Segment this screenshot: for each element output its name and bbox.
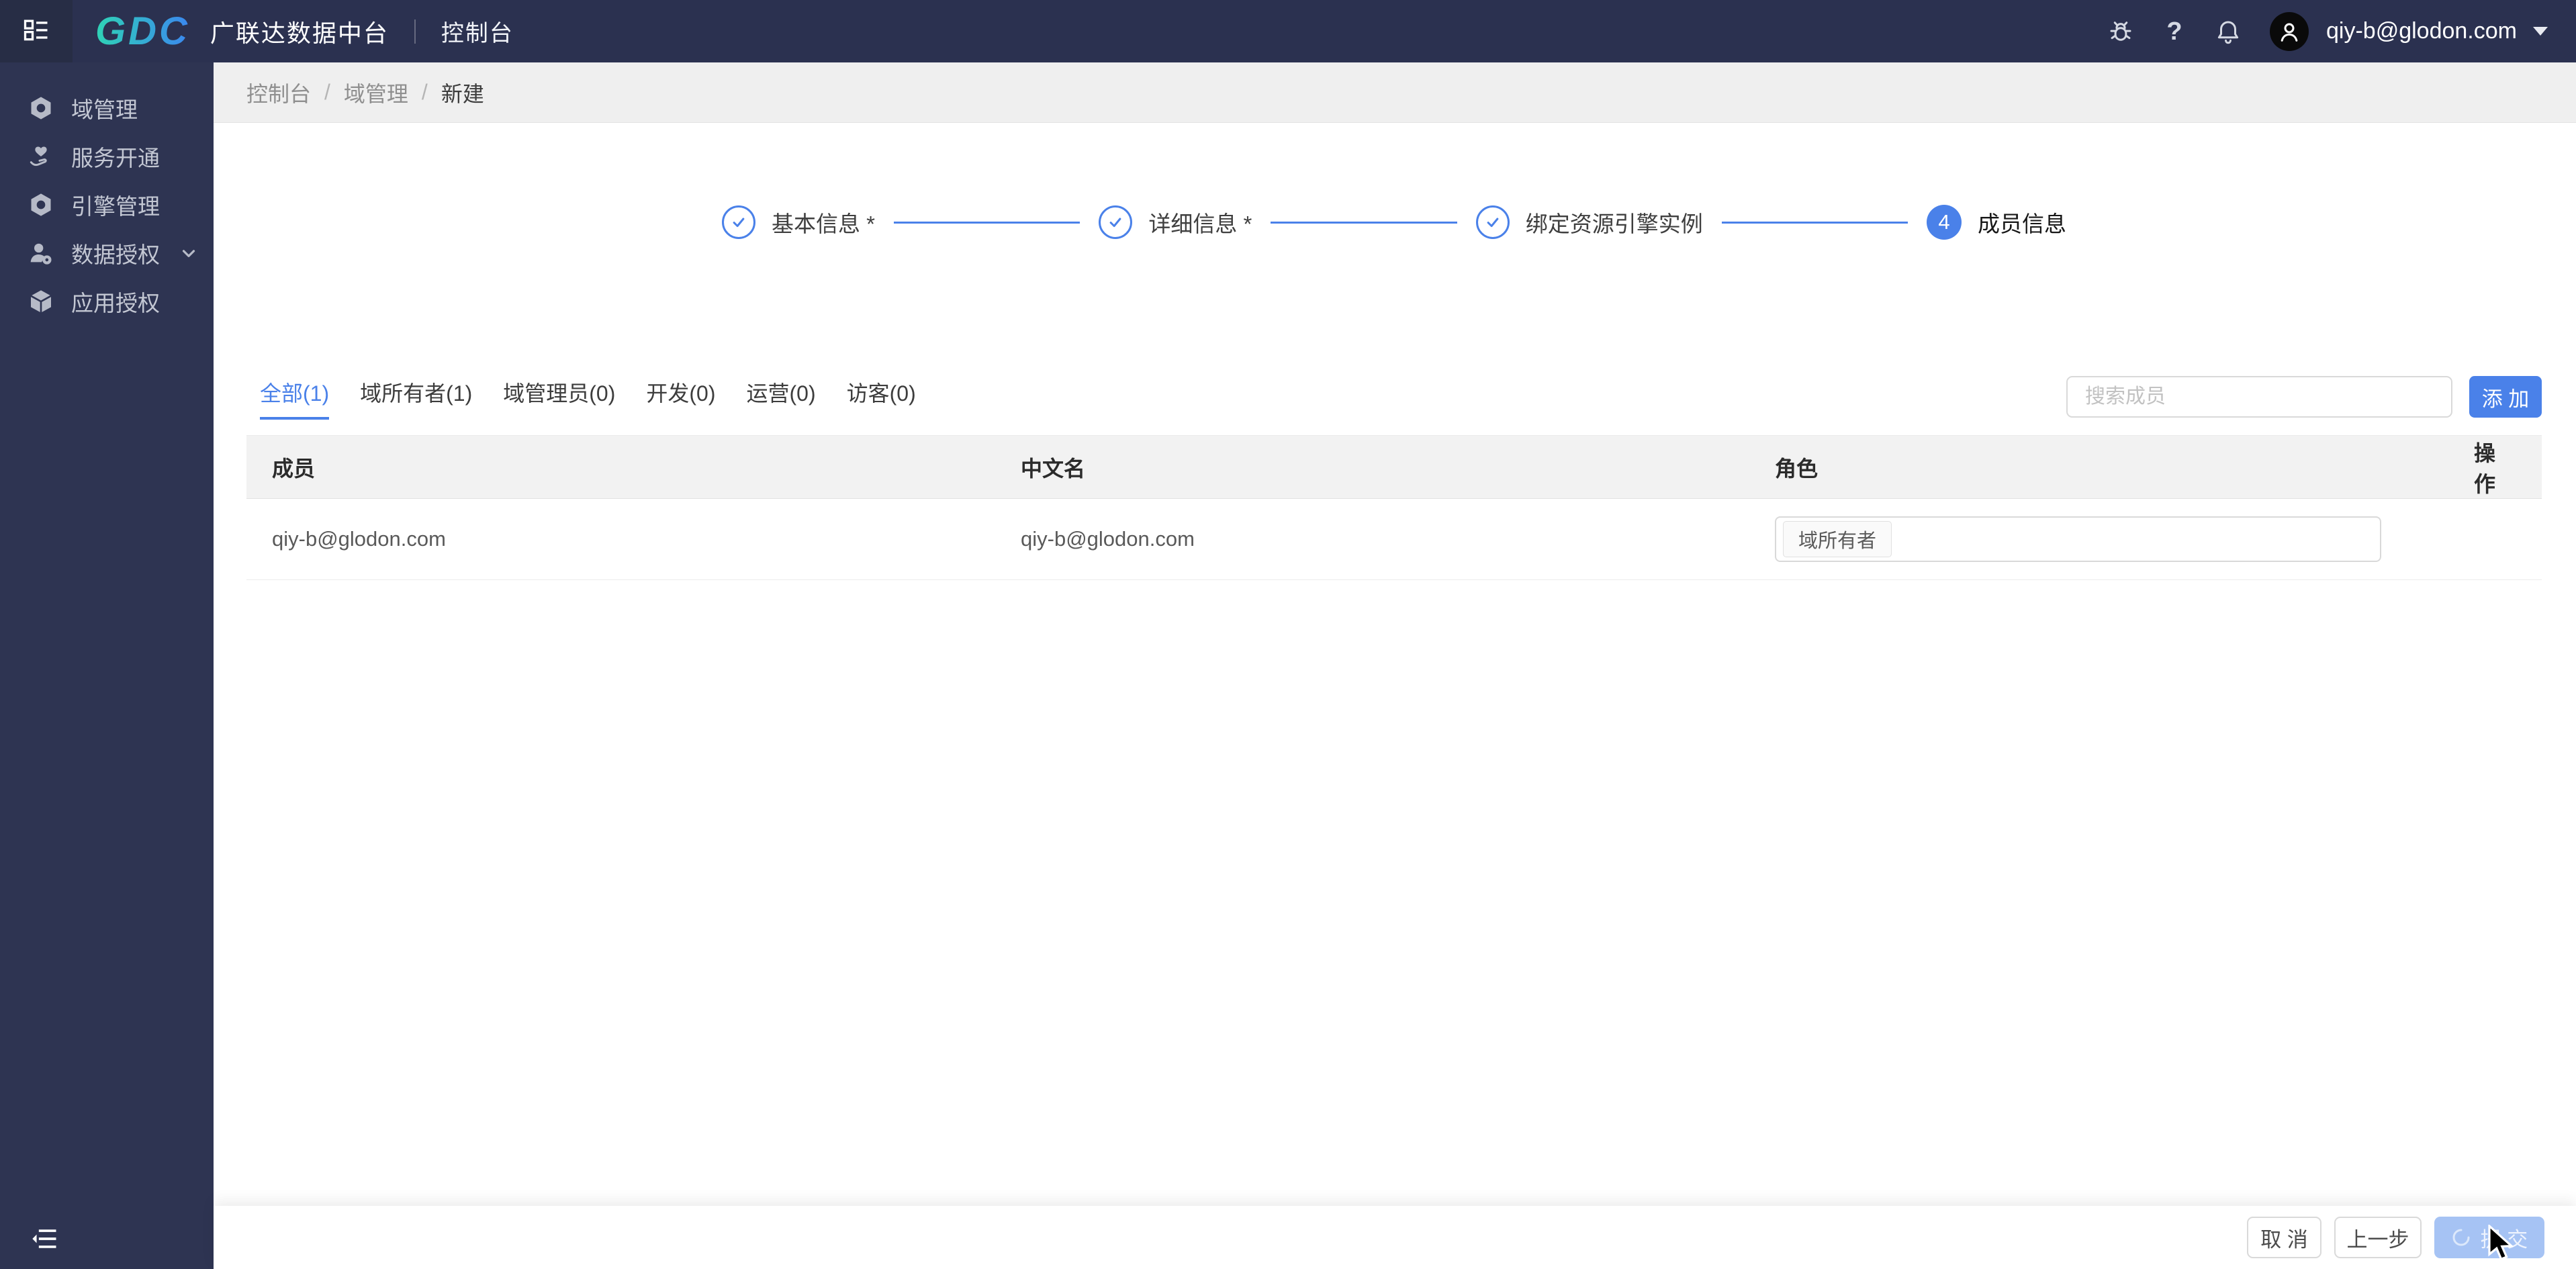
tab-operations[interactable]: 运营(0) [747, 377, 816, 420]
role-tag: 域所有者 [1783, 521, 1892, 557]
hexagon-nut-icon [27, 94, 55, 122]
tab-guest[interactable]: 访客(0) [847, 377, 916, 420]
tab-all[interactable]: 全部(1) [260, 377, 329, 420]
step-connector [1271, 222, 1457, 224]
table-header-row: 成员 中文名 角色 操作 [246, 435, 2542, 499]
sidebar-item-domain-management[interactable]: 域管理 [0, 84, 214, 132]
step-connector [1722, 222, 1908, 224]
user-email[interactable]: qiy-b@glodon.com [2326, 18, 2517, 44]
role-select[interactable]: 域所有者 [1775, 516, 2381, 562]
bug-icon[interactable] [2106, 17, 2135, 46]
topbar-right: ? qiy-b@glodon.com [2082, 12, 2548, 51]
avatar[interactable] [2270, 12, 2309, 51]
main-content: 控制台 / 域管理 / 新建 基本信息 * 详细信息 * 绑定资源引擎实例 [214, 62, 2576, 1269]
sidebar-item-engine-management[interactable]: 引擎管理 [0, 181, 214, 229]
column-header-role: 角色 [1775, 452, 2453, 483]
layout-list-icon [21, 15, 51, 48]
add-member-button[interactable]: 添 加 [2469, 376, 2542, 418]
column-header-member: 成员 [246, 452, 1021, 483]
member-table: 成员 中文名 角色 操作 qiy-b@glodon.com qiy-b@glod… [246, 435, 2542, 580]
topbar: GDC 广联达数据中台 控制台 ? [0, 0, 2576, 62]
step-label: 详细信息 * [1148, 206, 1252, 238]
brand: GDC 广联达数据中台 [95, 12, 389, 51]
step-label: 成员信息 [1978, 206, 2066, 238]
cell-role: 域所有者 [1775, 516, 2453, 562]
hexagon-nut-icon [27, 191, 55, 219]
sidebar-item-label: 应用授权 [71, 285, 160, 318]
app-title: 广联达数据中台 [210, 14, 389, 49]
gdc-logo: GDC [95, 12, 190, 51]
tab-domain-owner[interactable]: 域所有者(1) [360, 377, 472, 420]
step-check-icon [1476, 205, 1510, 239]
submit-button-label: 提 交 [2481, 1223, 2528, 1253]
step-label: 基本信息 * [772, 206, 875, 238]
sidebar-nav: 域管理 服务开通 引擎管理 [0, 62, 214, 326]
search-member-input[interactable] [2066, 376, 2452, 418]
sidebar-item-label: 引擎管理 [71, 189, 160, 221]
table-row: qiy-b@glodon.com qiy-b@glodon.com 域所有者 [246, 499, 2542, 580]
step-label: 绑定资源引擎实例 [1526, 206, 1703, 238]
sidebar-toggle-button[interactable] [0, 0, 73, 62]
tab-domain-admin[interactable]: 域管理员(0) [503, 377, 615, 420]
column-header-chinese-name: 中文名 [1021, 452, 1775, 483]
step-basic-info: 基本信息 * [722, 205, 875, 239]
step-member-info: 4 成员信息 [1927, 205, 2066, 240]
wizard-stepper: 基本信息 * 详细信息 * 绑定资源引擎实例 4 成员信息 [722, 205, 2066, 240]
cell-member: qiy-b@glodon.com [246, 527, 1021, 551]
sidebar: 域管理 服务开通 引擎管理 [0, 62, 214, 1269]
member-filter-tabs: 全部(1) 域所有者(1) 域管理员(0) 开发(0) 运营(0) 访客(0) [260, 377, 916, 420]
previous-step-button[interactable]: 上一步 [2334, 1217, 2422, 1258]
cube-icon [27, 287, 55, 316]
breadcrumb-item-console[interactable]: 控制台 [246, 77, 311, 108]
step-connector [894, 222, 1080, 224]
topbar-divider [414, 19, 416, 44]
sidebar-item-data-authorization[interactable]: 数据授权 [0, 229, 214, 277]
breadcrumb-separator: / [422, 80, 428, 105]
step-bind-engine-instance: 绑定资源引擎实例 [1476, 205, 1703, 239]
caret-down-icon[interactable] [2533, 27, 2548, 36]
user-gear-icon [27, 239, 55, 267]
sidebar-item-service-activation[interactable]: 服务开通 [0, 132, 214, 181]
menu-fold-button[interactable] [30, 1223, 60, 1254]
help-icon[interactable]: ? [2160, 17, 2189, 46]
breadcrumb-separator: / [324, 80, 330, 105]
step-check-icon [1099, 205, 1132, 239]
wizard-footer: 取 消 上一步 提 交 [214, 1206, 2576, 1269]
breadcrumb-item-domain-management[interactable]: 域管理 [344, 77, 408, 108]
step-detail-info: 详细信息 * [1099, 205, 1252, 239]
column-header-actions: 操作 [2453, 436, 2542, 498]
cancel-button[interactable]: 取 消 [2247, 1217, 2321, 1258]
breadcrumb-item-current: 新建 [441, 77, 484, 108]
step-check-icon [722, 205, 755, 239]
loading-spinner-icon [2451, 1227, 2471, 1248]
cell-chinese-name: qiy-b@glodon.com [1021, 527, 1775, 551]
sidebar-item-label: 服务开通 [71, 140, 160, 173]
submit-button[interactable]: 提 交 [2434, 1217, 2544, 1258]
tab-developer[interactable]: 开发(0) [646, 377, 715, 420]
chevron-down-icon [179, 243, 199, 263]
sidebar-item-label: 域管理 [71, 92, 138, 124]
member-toolbar: 添 加 [2066, 376, 2542, 418]
bell-icon[interactable] [2213, 17, 2243, 46]
breadcrumb: 控制台 / 域管理 / 新建 [214, 62, 2576, 123]
sidebar-item-label: 数据授权 [71, 237, 160, 269]
hand-heart-icon [27, 142, 55, 171]
topbar-nav-console[interactable]: 控制台 [441, 15, 514, 48]
step-number-badge: 4 [1927, 205, 1962, 240]
sidebar-item-app-authorization[interactable]: 应用授权 [0, 277, 214, 326]
